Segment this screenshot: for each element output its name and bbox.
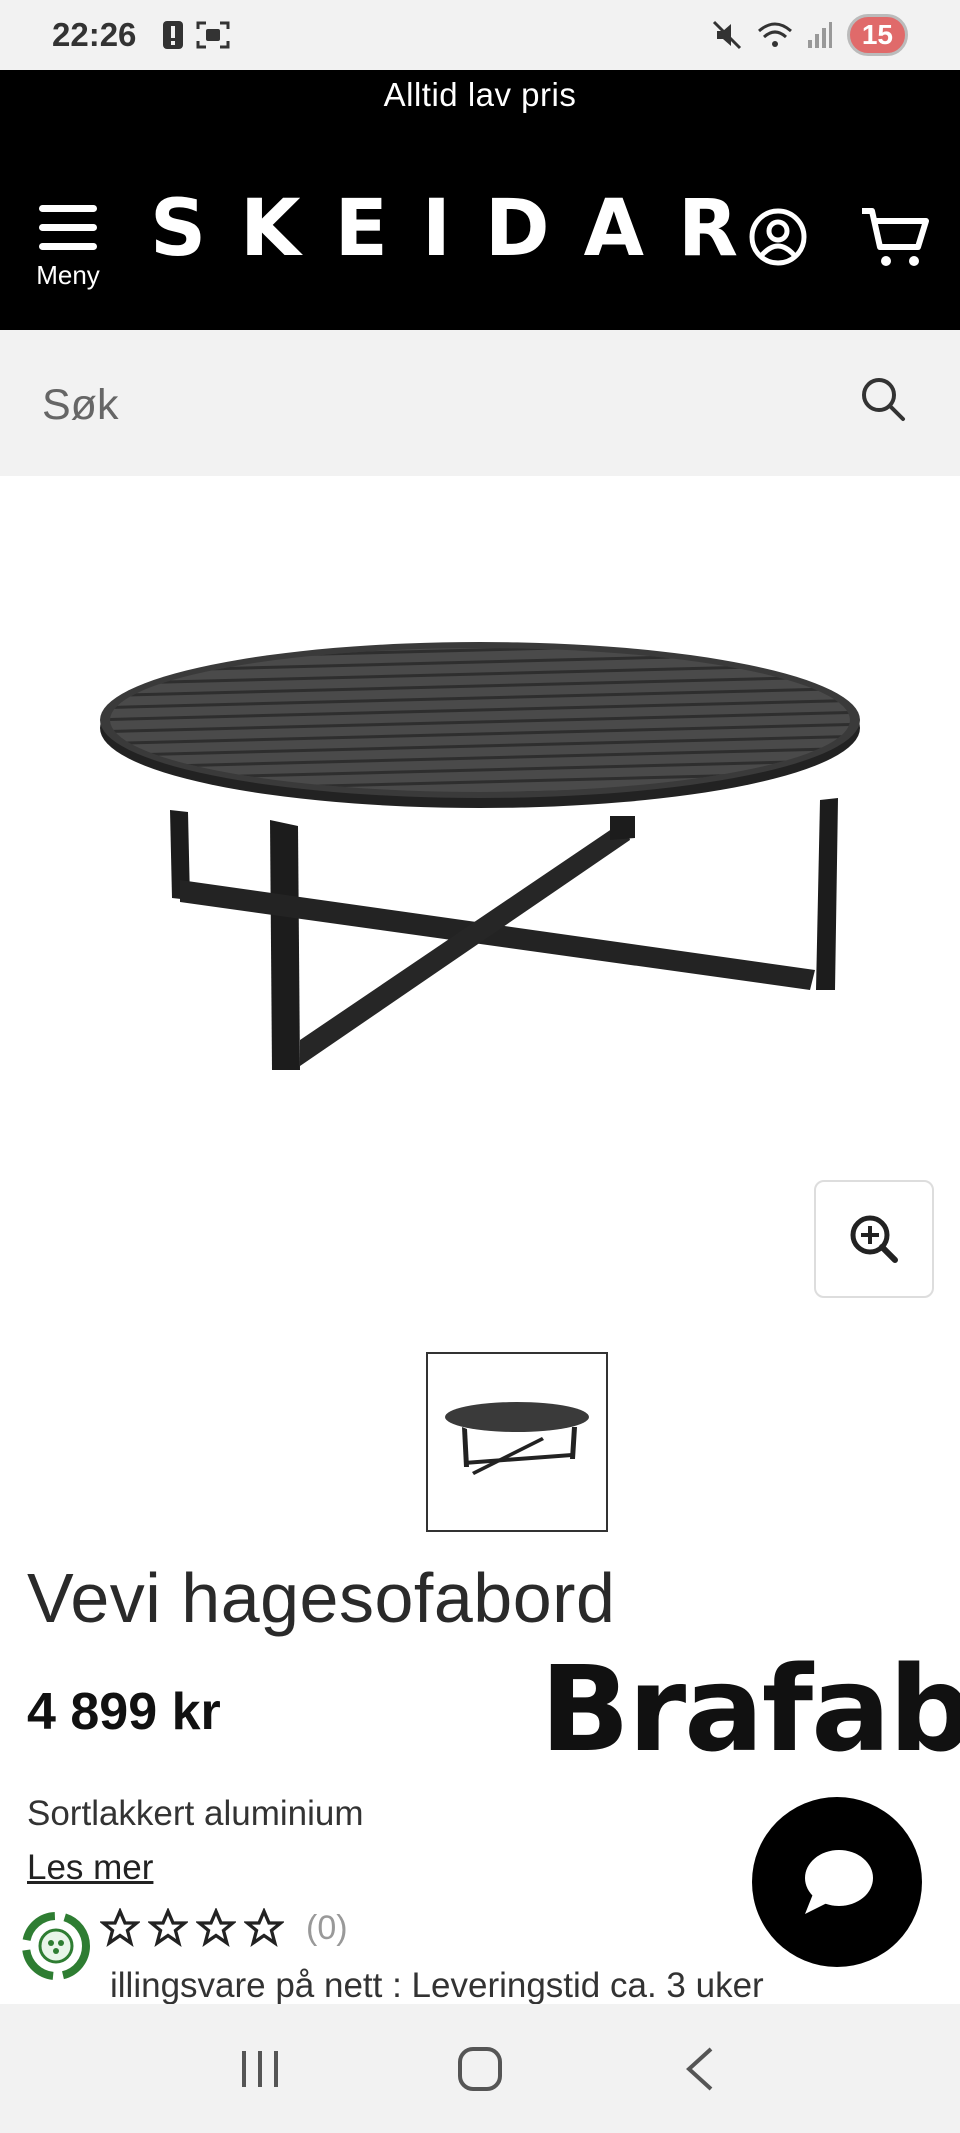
read-more-link[interactable]: Les mer xyxy=(27,1848,153,1888)
product-title: Vevi hagesofabord xyxy=(27,1559,616,1637)
status-left: 22:26 xyxy=(52,16,230,54)
delivery-info: illingsvare på nett : Leveringstid ca. 3… xyxy=(110,1966,764,2005)
product-image[interactable] xyxy=(90,620,870,1080)
mute-icon xyxy=(712,20,741,50)
signal-icon xyxy=(807,22,832,48)
brand-logo[interactable]: Brafab xyxy=(540,1650,960,1768)
rating-count: (0) xyxy=(306,1908,348,1947)
recent-apps-button[interactable] xyxy=(220,2029,300,2109)
rating[interactable]: (0) xyxy=(100,1908,348,1948)
header-tagline: Alltid lav pris xyxy=(383,76,577,113)
status-right: 15 xyxy=(711,14,908,56)
star-icon xyxy=(196,1908,236,1947)
menu-button[interactable]: Meny xyxy=(28,205,108,295)
product-thumbnail[interactable] xyxy=(426,1352,608,1532)
chat-bubble-icon xyxy=(805,1850,873,1914)
hamburger-icon xyxy=(39,205,97,262)
star-icon xyxy=(100,1908,140,1947)
back-button[interactable] xyxy=(660,2029,740,2109)
back-icon xyxy=(686,2047,713,2090)
product-description: Sortlakkert aluminium xyxy=(27,1794,364,1833)
chat-button[interactable] xyxy=(752,1797,922,1967)
product-price: 4 899 kr xyxy=(27,1683,221,1741)
zoom-button[interactable] xyxy=(814,1180,934,1298)
alert-icon xyxy=(163,21,184,49)
status-bar: 22:26 15 xyxy=(0,0,960,70)
recent-apps-icon xyxy=(242,2050,278,2087)
system-nav-bar xyxy=(0,2004,960,2133)
home-button[interactable] xyxy=(440,2029,520,2109)
wifi-icon xyxy=(757,22,792,47)
battery-level-badge: 15 xyxy=(846,14,908,56)
search-input[interactable] xyxy=(42,370,822,440)
recycle-icon[interactable] xyxy=(18,1908,94,1984)
zoom-in-icon xyxy=(850,1215,898,1263)
status-time: 22:26 xyxy=(52,16,137,53)
home-icon xyxy=(458,2046,502,2091)
cart-icon[interactable] xyxy=(860,205,930,271)
menu-label: Meny xyxy=(36,260,100,290)
star-icon xyxy=(244,1908,284,1947)
star-icon xyxy=(148,1908,188,1947)
site-logo[interactable]: SKEIDAR xyxy=(150,190,738,268)
site-header: Alltid lav pris Meny SKEIDAR xyxy=(0,70,960,330)
user-circle-icon[interactable] xyxy=(748,207,808,267)
search-icon[interactable] xyxy=(858,374,908,424)
search-bar xyxy=(0,330,960,476)
screenshot-icon xyxy=(196,21,230,49)
thumbnail-image xyxy=(445,1402,589,1475)
